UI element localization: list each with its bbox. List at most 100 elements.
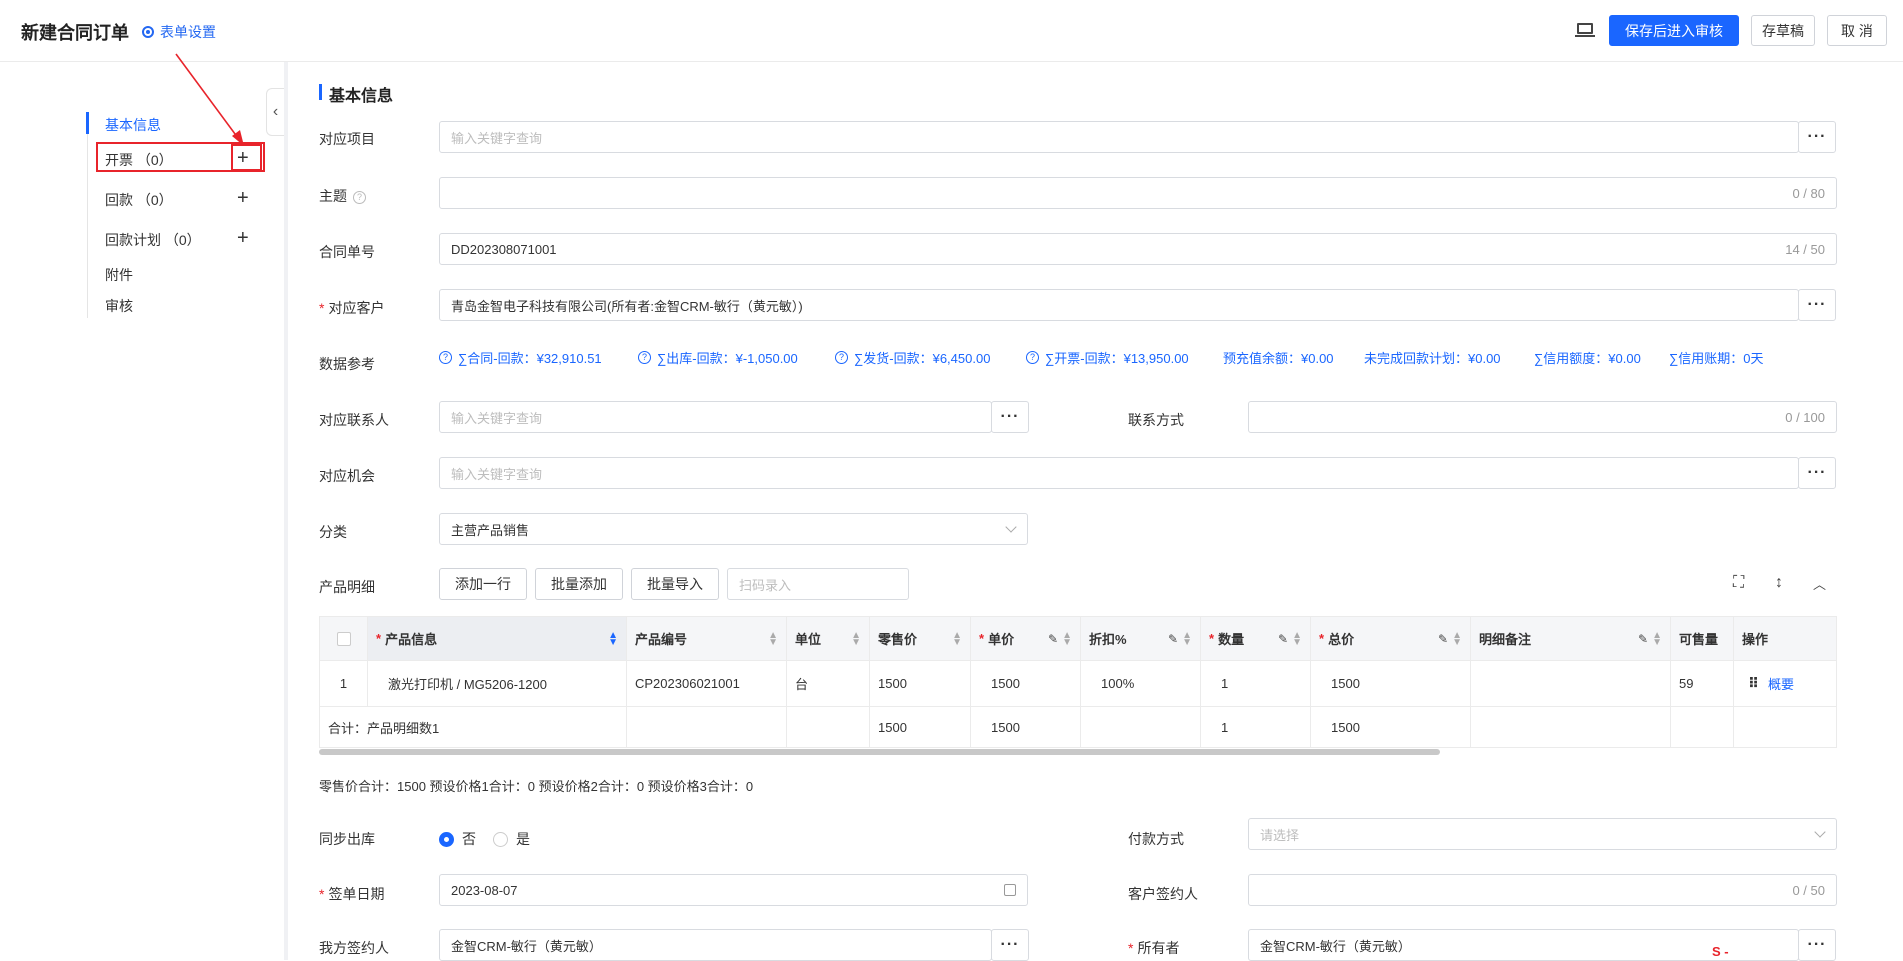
- data-ref-outbound-payment[interactable]: ? ∑出库-回款：¥-1,050.00: [638, 348, 798, 367]
- summary-link[interactable]: 概要: [1768, 674, 1794, 693]
- contact-input[interactable]: 输入关键字查询: [439, 401, 992, 433]
- scan-input[interactable]: 扫码录入: [727, 568, 909, 600]
- col-total[interactable]: * 总价 ✎ ▲ ▼: [1311, 617, 1471, 660]
- sort-icon[interactable]: ▲ ▼: [608, 630, 618, 647]
- batch-add-button[interactable]: 批量添加: [535, 568, 623, 600]
- data-ref-contract-payment[interactable]: ? ∑合同-回款：¥32,910.51: [439, 348, 602, 367]
- collapse-up-icon[interactable]: ︿: [1813, 574, 1826, 593]
- sidebar-item-payment[interactable]: 回款 （0）: [105, 190, 173, 210]
- sort-icon[interactable]: ▲ ▼: [952, 630, 962, 647]
- opportunity-input[interactable]: 输入关键字查询: [439, 457, 1799, 489]
- chevron-down-icon: [1005, 521, 1017, 533]
- data-ref-text: ∑合同-回款：¥32,910.51: [458, 351, 602, 366]
- contact-picker-button[interactable]: ···: [991, 401, 1029, 433]
- col-quantity[interactable]: * 数量 ✎ ▲ ▼: [1201, 617, 1311, 660]
- data-ref-credit-period[interactable]: ∑信用账期：0天: [1669, 348, 1764, 367]
- col-product-info[interactable]: * 产品信息 ▲ ▼: [368, 617, 627, 660]
- help-icon: ?: [1026, 351, 1039, 364]
- cell-discount[interactable]: 100%: [1081, 661, 1201, 706]
- summary-code: [627, 707, 787, 747]
- batch-import-button[interactable]: 批量导入: [631, 568, 719, 600]
- cell-note[interactable]: [1471, 661, 1671, 706]
- drag-handle-icon[interactable]: ⠿: [1748, 675, 1759, 692]
- subject-input[interactable]: 0 / 80: [439, 177, 1837, 209]
- sidebar-item-review[interactable]: 审核: [105, 296, 133, 316]
- edit-pen-icon[interactable]: ✎: [1638, 632, 1648, 646]
- sync-outbound-yes-radio[interactable]: 是: [493, 829, 530, 849]
- project-input[interactable]: 输入关键字查询: [439, 121, 1799, 153]
- sort-icon[interactable]: ▲ ▼: [1182, 630, 1192, 647]
- cell-price[interactable]: 1500: [971, 661, 1081, 706]
- payment-method-select[interactable]: 请选择: [1248, 818, 1837, 850]
- col-retail-price[interactable]: 零售价 ▲ ▼: [870, 617, 971, 660]
- payment-method-placeholder: 请选择: [1260, 827, 1300, 843]
- add-payment-plus-icon[interactable]: +: [237, 188, 249, 208]
- data-ref-text: ∑发货-回款：¥6,450.00: [854, 351, 991, 366]
- col-discount[interactable]: 折扣% ✎ ▲ ▼: [1081, 617, 1201, 660]
- customer-input[interactable]: 青岛金智电子科技有限公司(所有者:金智CRM-敏行（黄元敏）): [439, 289, 1799, 321]
- monitor-icon[interactable]: [1575, 23, 1595, 37]
- data-ref-credit-limit[interactable]: ∑信用额度：¥0.00: [1534, 348, 1641, 367]
- cell-qty[interactable]: 1: [1201, 661, 1311, 706]
- opportunity-picker-button[interactable]: ···: [1798, 457, 1836, 489]
- sidebar-active-indicator: [86, 112, 89, 134]
- edit-pen-icon[interactable]: ✎: [1168, 632, 1178, 646]
- customer-signer-char-count: 0 / 50: [1792, 882, 1825, 898]
- add-payment-plan-plus-icon[interactable]: +: [237, 228, 249, 248]
- customer-signer-input[interactable]: 0 / 50: [1248, 874, 1837, 906]
- customer-signer-label: 客户签约人: [1128, 886, 1198, 902]
- floating-helper-icon[interactable]: S -: [1712, 944, 1729, 959]
- save-and-review-button[interactable]: 保存后进入审核: [1609, 15, 1739, 46]
- sidebar-item-attachments[interactable]: 附件: [105, 265, 133, 285]
- edit-pen-icon[interactable]: ✎: [1048, 632, 1058, 646]
- sidebar-item-payment-plan[interactable]: 回款计划 （0）: [105, 230, 201, 250]
- category-select[interactable]: 主营产品销售: [439, 513, 1028, 545]
- edit-pen-icon[interactable]: ✎: [1278, 632, 1288, 646]
- form-settings-link[interactable]: 表单设置: [142, 22, 216, 42]
- more-dots-icon: ···: [1807, 936, 1827, 953]
- sort-icon[interactable]: ▲ ▼: [1062, 630, 1072, 647]
- add-row-button[interactable]: 添加一行: [439, 568, 527, 600]
- owner-picker-button[interactable]: ···: [1798, 929, 1836, 961]
- our-signer-picker-button[interactable]: ···: [991, 929, 1029, 961]
- opportunity-label: 对应机会: [319, 468, 375, 484]
- sync-outbound-no-radio[interactable]: 否: [439, 829, 476, 849]
- col-unit[interactable]: 单位 ▲ ▼: [787, 617, 870, 660]
- contract-no-input[interactable]: DD202308071001 14 / 50: [439, 233, 1837, 265]
- help-icon[interactable]: ?: [353, 190, 366, 204]
- data-ref-unfinished-plan[interactable]: 未完成回款计划：¥0.00: [1364, 348, 1501, 367]
- col-note[interactable]: 明细备注 ✎ ▲ ▼: [1471, 617, 1671, 660]
- edit-pen-icon[interactable]: ✎: [1438, 632, 1448, 646]
- col-label: 可售量: [1679, 632, 1719, 647]
- cancel-button[interactable]: 取 消: [1827, 15, 1887, 46]
- sort-icon[interactable]: ▲ ▼: [1652, 630, 1662, 647]
- summary-label: 合计：产品明细数1: [320, 707, 627, 747]
- row-height-icon[interactable]: ↕: [1775, 574, 1783, 592]
- select-all-checkbox[interactable]: [336, 631, 351, 646]
- our-signer-input[interactable]: 金智CRM-敏行（黄元敏）: [439, 929, 992, 961]
- sidebar-collapse-button[interactable]: ‹: [266, 88, 284, 136]
- sort-icon[interactable]: ▲ ▼: [1292, 630, 1302, 647]
- sort-icon[interactable]: ▲ ▼: [768, 630, 778, 647]
- fullscreen-icon[interactable]: ⛶: [1733, 574, 1744, 592]
- data-ref-shipping-payment[interactable]: ? ∑发货-回款：¥6,450.00: [835, 348, 990, 367]
- project-picker-button[interactable]: ···: [1798, 121, 1836, 153]
- save-draft-button[interactable]: 存草稿: [1751, 15, 1815, 46]
- sort-icon[interactable]: ▲ ▼: [1452, 630, 1462, 647]
- sign-date-picker[interactable]: 2023-08-07: [439, 874, 1028, 906]
- col-label: 折扣%: [1089, 632, 1127, 647]
- col-product-code[interactable]: 产品编号 ▲ ▼: [627, 617, 787, 660]
- scan-placeholder: 扫码录入: [739, 577, 792, 593]
- sign-date-label-text: 签单日期: [328, 886, 385, 902]
- table-horizontal-scrollbar[interactable]: [319, 749, 1440, 755]
- data-ref-invoice-payment[interactable]: ? ∑开票-回款：¥13,950.00: [1026, 348, 1189, 367]
- data-ref-prepaid-balance[interactable]: 预充值余额：¥0.00: [1223, 348, 1334, 367]
- sidebar-item-basic-info[interactable]: 基本信息: [105, 115, 161, 135]
- cell-product[interactable]: 激光打印机 / MG5206-1200: [368, 661, 627, 706]
- required-mark: *: [319, 300, 325, 316]
- col-unit-price[interactable]: * 单价 ✎ ▲ ▼: [971, 617, 1081, 660]
- customer-picker-button[interactable]: ···: [1798, 289, 1836, 321]
- cell-total[interactable]: 1500: [1311, 661, 1471, 706]
- sort-icon[interactable]: ▲ ▼: [851, 630, 861, 647]
- contact-method-input[interactable]: 0 / 100: [1248, 401, 1837, 433]
